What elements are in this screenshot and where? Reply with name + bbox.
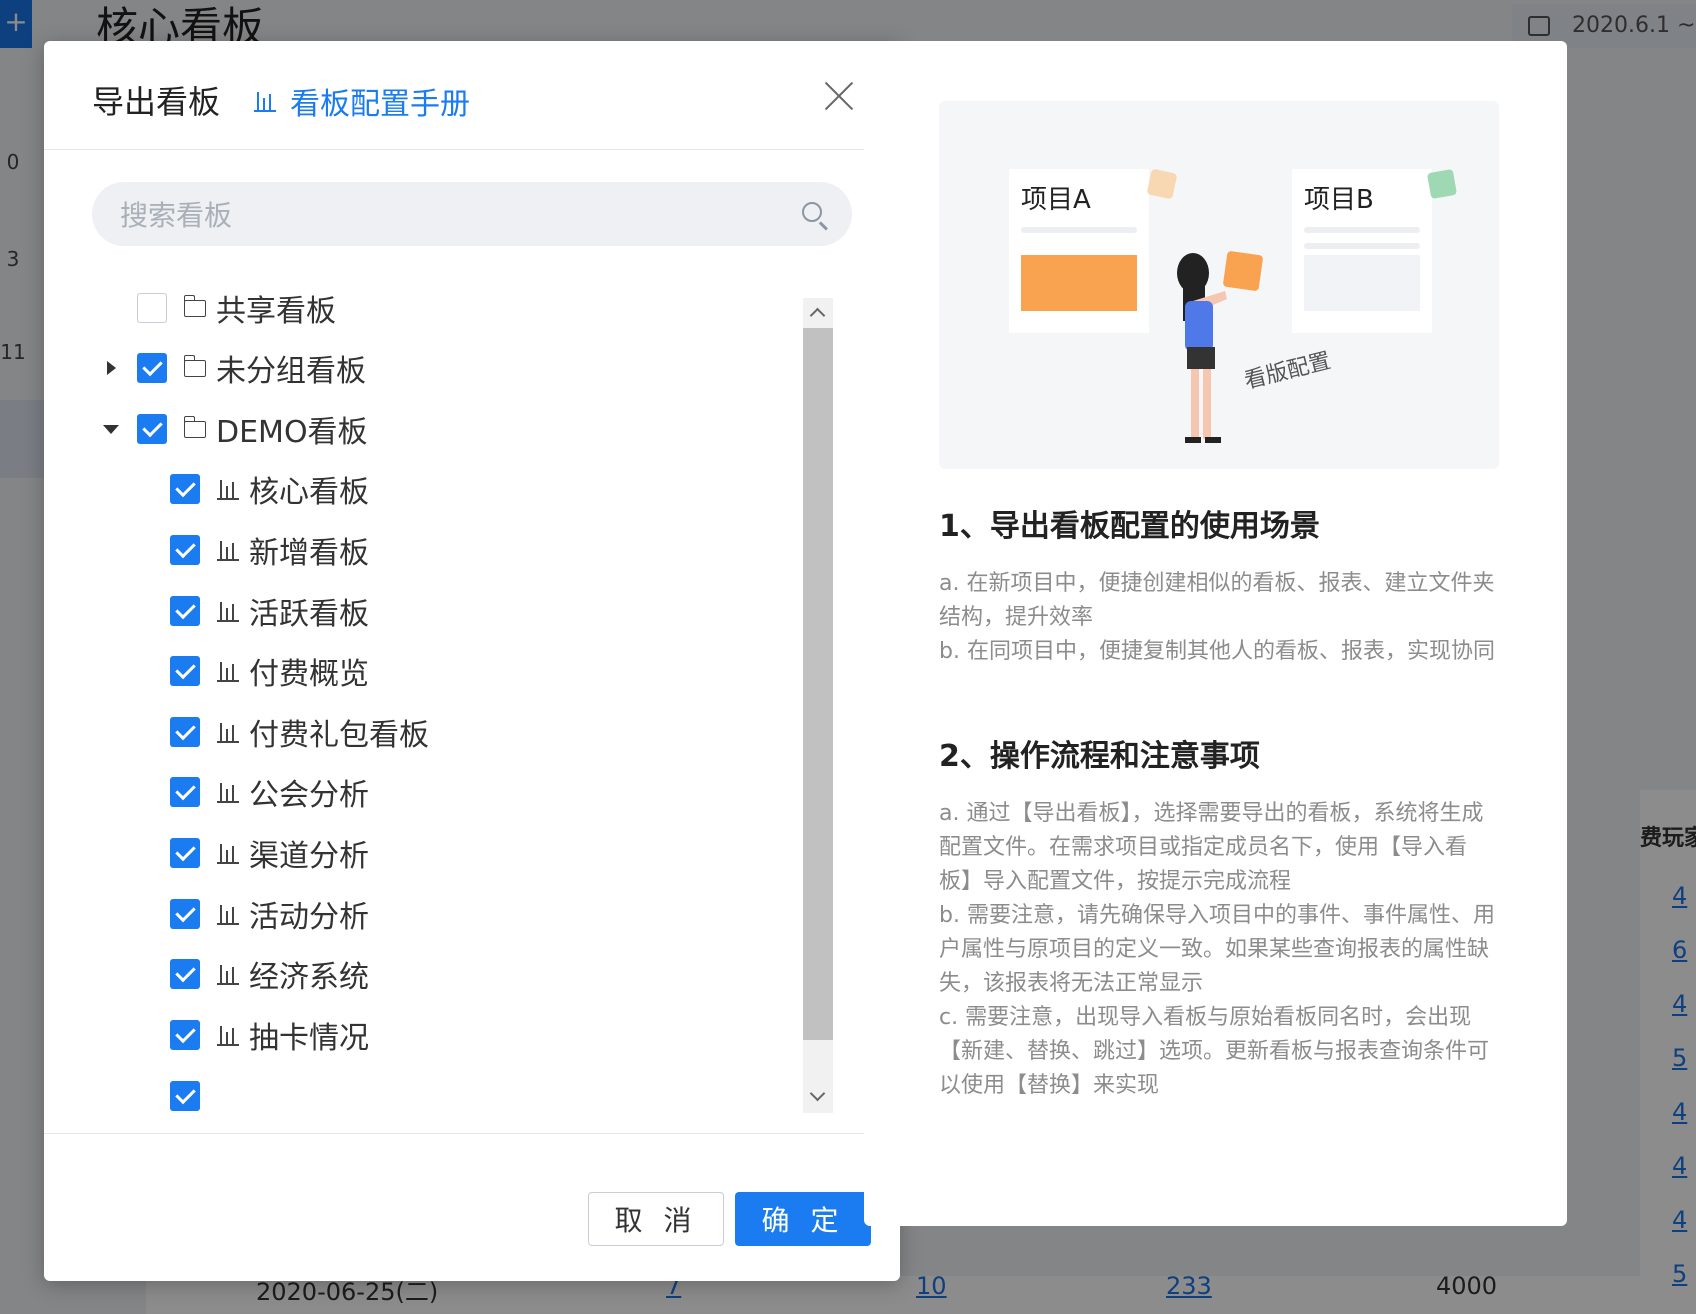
bar-chart-icon bbox=[217, 781, 239, 803]
confirm-button[interactable]: 确 定 bbox=[735, 1192, 871, 1246]
bar-chart-icon bbox=[217, 1024, 239, 1046]
tree-board-item[interactable]: 活跃看板 bbox=[92, 581, 792, 641]
checkbox[interactable] bbox=[170, 717, 200, 747]
tree-folder-shared[interactable]: 共享看板 bbox=[92, 278, 792, 338]
tree-item-label: 渠道分析 bbox=[249, 839, 369, 874]
checkbox[interactable] bbox=[137, 414, 167, 444]
tree-item-label: 公会分析 bbox=[249, 778, 369, 813]
bar-chart-icon bbox=[217, 963, 239, 985]
empty-block bbox=[1304, 255, 1420, 311]
project-card-title: 项目B bbox=[1304, 185, 1374, 215]
placeholder-line bbox=[1304, 227, 1420, 233]
tree-board-item[interactable]: 渠道分析 bbox=[92, 823, 792, 883]
dialog-footer: 取 消 确 定 bbox=[44, 1133, 900, 1282]
illustration: 项目A 项目B 看版配置 bbox=[939, 101, 1499, 469]
tree-item-label: 活动分析 bbox=[249, 900, 369, 935]
checkbox[interactable] bbox=[170, 899, 200, 929]
bar-chart-icon bbox=[217, 721, 239, 743]
bar-chart-icon bbox=[217, 600, 239, 622]
bar-chart-icon bbox=[254, 90, 276, 112]
board-tree: 共享看板 未分组看板 DEMO看板 核心看板 新增看板 活跃看板 付费概览 付费… bbox=[92, 278, 804, 1118]
checkbox[interactable] bbox=[170, 474, 200, 504]
tree-folder-demo[interactable]: DEMO看板 bbox=[92, 399, 792, 459]
tree-board-item[interactable]: 核心看板 bbox=[92, 459, 792, 519]
project-card-title: 项目A bbox=[1021, 185, 1091, 215]
tree-board-item[interactable]: 公会分析 bbox=[92, 762, 792, 822]
checkbox[interactable] bbox=[137, 293, 167, 323]
tree-board-item[interactable]: 经济系统 bbox=[92, 944, 792, 1004]
project-card: 项目B bbox=[1292, 169, 1432, 333]
project-card: 项目A bbox=[1009, 169, 1149, 333]
section-2-para: a. 通过【导出看板】，选择需要导出的看板，系统将生成配置文件。在需求项目或指定… bbox=[939, 801, 1484, 894]
section-2-para: b. 需要注意，请先确保导入项目中的事件、事件属性、用户属性与原项目的定义一致。… bbox=[939, 903, 1495, 996]
folder-icon bbox=[183, 415, 206, 438]
dialog-header: 导出看板 看板配置手册 bbox=[44, 41, 900, 150]
cancel-button[interactable]: 取 消 bbox=[588, 1192, 724, 1246]
scroll-up-icon[interactable] bbox=[803, 298, 833, 328]
section-1-para: a. 在新项目中，便捷创建相似的看板、报表、建立文件夹结构，提升效率 bbox=[939, 571, 1495, 630]
checkbox[interactable] bbox=[170, 838, 200, 868]
bar-chart-icon bbox=[217, 539, 239, 561]
tree-board-item[interactable]: 付费礼包看板 bbox=[92, 702, 792, 762]
tree-item-label: 经济系统 bbox=[249, 960, 369, 995]
section-2-para: c. 需要注意，出现导入看板与原始看板同名时，会出现【新建、替换、跳过】选项。更… bbox=[939, 1005, 1490, 1098]
tree-item-label: 新增看板 bbox=[249, 536, 369, 571]
placeholder-line bbox=[1304, 243, 1420, 249]
tree-item-label: 活跃看板 bbox=[249, 597, 369, 632]
tree-item-label: 付费礼包看板 bbox=[249, 718, 429, 753]
checkbox[interactable] bbox=[170, 1081, 200, 1111]
scroll-down-icon[interactable] bbox=[803, 1083, 833, 1113]
tree-board-item[interactable]: 抽卡情况 bbox=[92, 1005, 792, 1065]
checkbox[interactable] bbox=[137, 353, 167, 383]
placeholder-line bbox=[1021, 227, 1137, 233]
tree-item-label: 共享看板 bbox=[216, 294, 336, 329]
checkbox[interactable] bbox=[170, 656, 200, 686]
tree-item-label: 未分组看板 bbox=[216, 354, 366, 389]
tree-board-item[interactable]: 新增看板 bbox=[92, 520, 792, 580]
section-2-title: 2、操作流程和注意事项 bbox=[939, 739, 1260, 774]
tree-item-label: DEMO看板 bbox=[216, 415, 368, 450]
caret-right-icon[interactable] bbox=[107, 361, 116, 375]
puzzle-piece-icon bbox=[1146, 168, 1178, 200]
folder-icon bbox=[183, 294, 206, 317]
manual-link[interactable]: 看板配置手册 bbox=[254, 79, 470, 123]
checkbox[interactable] bbox=[170, 535, 200, 565]
section-1-title: 1、导出看板配置的使用场景 bbox=[939, 509, 1320, 544]
close-icon[interactable] bbox=[822, 79, 856, 113]
tree-board-item-partial[interactable] bbox=[92, 1066, 792, 1118]
tree-item-label: 核心看板 bbox=[249, 475, 369, 510]
checkbox[interactable] bbox=[170, 596, 200, 626]
puzzle-piece-icon bbox=[1426, 168, 1458, 200]
tree-scrollbar[interactable] bbox=[803, 298, 833, 1113]
search-field[interactable] bbox=[92, 182, 852, 248]
checkbox[interactable] bbox=[170, 777, 200, 807]
bar-chart-icon bbox=[217, 478, 239, 500]
tree-folder-ungrouped[interactable]: 未分组看板 bbox=[92, 338, 792, 398]
tree-item-label: 付费概览 bbox=[249, 657, 369, 692]
dialog-title: 导出看板 bbox=[92, 83, 221, 121]
tree-board-item[interactable]: 活动分析 bbox=[92, 884, 792, 944]
export-board-dialog: 导出看板 看板配置手册 共享看板 未分组看板 bbox=[44, 41, 900, 1281]
tree-item-label: 抽卡情况 bbox=[249, 1021, 369, 1056]
tree-board-item[interactable]: 付费概览 bbox=[92, 641, 792, 701]
person-illustration bbox=[1177, 253, 1227, 443]
bar-chart-icon bbox=[217, 660, 239, 682]
bar-chart-icon bbox=[217, 903, 239, 925]
manual-link-label: 看板配置手册 bbox=[290, 87, 470, 122]
checkbox[interactable] bbox=[170, 1020, 200, 1050]
search-input[interactable] bbox=[118, 182, 762, 248]
bar-chart-icon bbox=[217, 842, 239, 864]
section-1-para: b. 在同项目中，便捷复制其他人的看板、报表，实现协同 bbox=[939, 639, 1495, 664]
orange-block bbox=[1021, 255, 1137, 311]
search-icon[interactable] bbox=[802, 202, 822, 222]
scrollbar-thumb[interactable] bbox=[803, 328, 833, 1040]
manual-panel: 项目A 项目B 看版配置 1、导出看板配置的使用场景 a. 在新项目中，便捷创建… bbox=[864, 41, 1567, 1226]
folder-icon bbox=[183, 354, 206, 377]
checkbox[interactable] bbox=[170, 959, 200, 989]
caret-down-icon[interactable] bbox=[103, 424, 119, 434]
